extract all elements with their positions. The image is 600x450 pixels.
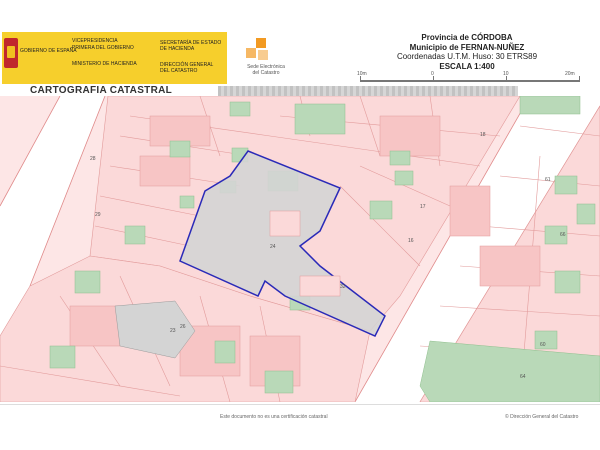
parcel-label: 28 bbox=[90, 156, 96, 162]
ministry-text: MINISTERIO DE HACIENDA bbox=[72, 61, 137, 67]
coat-of-arms-icon bbox=[4, 38, 18, 68]
gov-brand-text: GOBIERNO DE ESPAÑA bbox=[20, 48, 77, 54]
parcel-label: 18 bbox=[480, 132, 486, 138]
disclaimer-text: Este documento no es una certificación c… bbox=[220, 414, 328, 420]
copyright-text: © Dirección General del Catastro bbox=[505, 414, 579, 420]
parcel-label: 61 bbox=[545, 177, 551, 183]
scale-bar: 10m 0 10 20m bbox=[357, 71, 590, 84]
parcel-label: 26 bbox=[180, 324, 186, 330]
sede-line2: del Catastro bbox=[252, 70, 280, 76]
parcel-label: 60 bbox=[540, 342, 546, 348]
page-title: CARTOGRAFIA CATASTRAL bbox=[30, 85, 173, 96]
scale-bar-line bbox=[360, 80, 580, 82]
direccion-line2: DEL CATASTRO bbox=[160, 68, 198, 74]
parcel-label: 66 bbox=[560, 232, 566, 238]
municipio-text: Municipio de FERNAN-NUÑEZ bbox=[409, 42, 525, 52]
vicepresidencia-line1: VICEPRESIDENCIA bbox=[72, 38, 118, 44]
footer-divider bbox=[0, 404, 600, 405]
parcel-label: 24 bbox=[270, 244, 276, 250]
scale-label: 0 bbox=[431, 71, 434, 77]
parcel-label: 32 bbox=[340, 284, 346, 290]
secretaria-line2: DE HACIENDA bbox=[160, 46, 195, 52]
cadastral-map[interactable]: 24 28 29 26 16 61 18 17 60 64 66 23 32 bbox=[0, 96, 600, 402]
selected-parcel-yard bbox=[269, 210, 301, 237]
scale-label: 10m bbox=[357, 71, 367, 77]
parcel-label: 29 bbox=[95, 212, 101, 218]
provincia-text: Provincia de CÓRDOBA bbox=[421, 33, 513, 42]
footer bbox=[0, 402, 600, 450]
sede-electronica-text: Sede Electrónica del Catastro bbox=[236, 64, 296, 76]
location-header: Provincia de CÓRDOBA Municipio de FERNAN… bbox=[382, 33, 552, 71]
selected-parcel-annex bbox=[299, 275, 341, 297]
map-canvas[interactable]: 24 28 29 26 16 61 18 17 60 64 66 23 32 bbox=[0, 96, 600, 402]
parcel-label: 23 bbox=[170, 328, 176, 334]
scale-label: 10 bbox=[503, 71, 509, 77]
vicepresidencia-line2: PRIMERA DEL GOBIERNO bbox=[72, 45, 134, 51]
coordenadas-text: Coordenadas U.T.M. Huso: 30 ETRS89 bbox=[396, 52, 538, 61]
escala-text: ESCALA 1:400 bbox=[439, 61, 495, 71]
scale-label: 20m bbox=[565, 71, 575, 77]
parcel-label: 64 bbox=[520, 374, 526, 380]
sede-electronica-logo-icon bbox=[246, 38, 270, 62]
redacted-reference bbox=[218, 86, 518, 96]
parcel-label: 16 bbox=[408, 238, 414, 244]
parcel-label: 17 bbox=[420, 204, 426, 210]
scale-tick bbox=[579, 76, 580, 82]
